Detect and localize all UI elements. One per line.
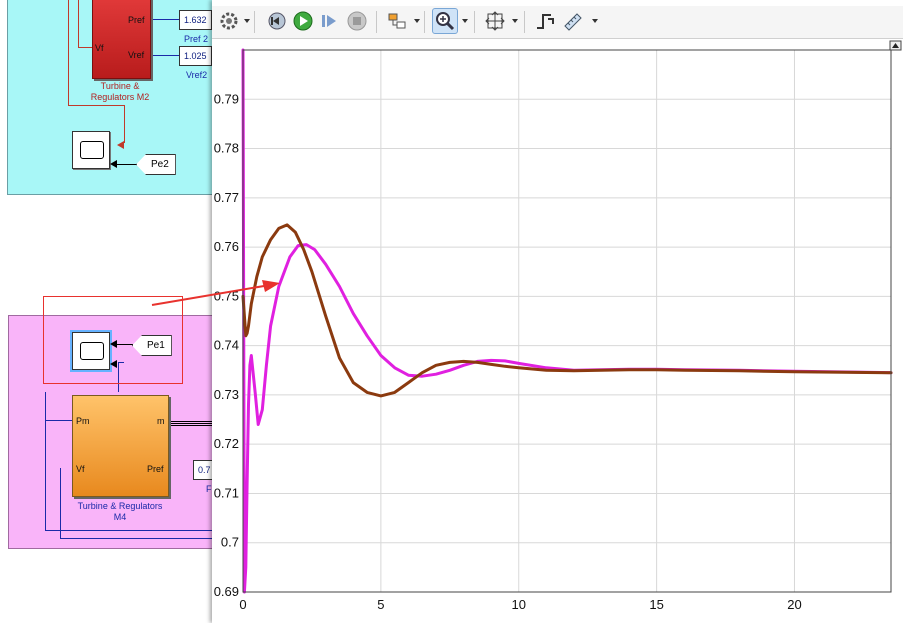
toolbar-separator bbox=[424, 11, 425, 33]
const-vref2[interactable]: 1.025 bbox=[179, 46, 212, 66]
settings-dropdown-icon[interactable] bbox=[244, 19, 250, 23]
wire-vf-left bbox=[60, 468, 61, 538]
ruler-icon bbox=[564, 13, 582, 31]
const-pref2[interactable]: 1.632 bbox=[179, 10, 212, 30]
stop-button[interactable] bbox=[346, 10, 368, 32]
caption-m4: Turbine & Regulators M4 bbox=[77, 501, 163, 522]
axes-background bbox=[243, 50, 891, 592]
y-tick-label: 0.69 bbox=[214, 584, 239, 599]
toolbar-separator bbox=[524, 11, 525, 33]
x-tick-label: 0 bbox=[239, 597, 246, 612]
stop-icon bbox=[347, 11, 367, 31]
wire-vf-m2-vertical bbox=[68, 0, 69, 106]
highlight-dropdown-icon[interactable] bbox=[414, 19, 420, 23]
run-button[interactable] bbox=[292, 10, 314, 32]
port-pref-m2: Pref bbox=[128, 15, 145, 25]
wire-vf-m2-horizontal bbox=[68, 105, 124, 106]
y-tick-label: 0.76 bbox=[214, 239, 239, 254]
wire-vf-m2-down bbox=[124, 105, 125, 143]
wire-m-bus bbox=[167, 421, 212, 422]
arrow-vf-m2 bbox=[117, 141, 124, 149]
restart-button[interactable] bbox=[266, 10, 288, 32]
wire-bottom-2 bbox=[60, 538, 212, 539]
y-tick-label: 0.74 bbox=[214, 338, 239, 353]
port-m-m4: m bbox=[157, 416, 165, 426]
y-tick-label: 0.75 bbox=[214, 288, 239, 303]
wire-bottom bbox=[45, 530, 212, 531]
x-tick-label: 15 bbox=[649, 597, 663, 612]
fit-view-icon bbox=[485, 11, 505, 31]
x-tick-label: 10 bbox=[512, 597, 526, 612]
x-tick-label: 20 bbox=[787, 597, 801, 612]
measure-button[interactable] bbox=[562, 10, 584, 32]
y-tick-label: 0.79 bbox=[214, 91, 239, 106]
port-vf-m4: Vf bbox=[76, 464, 85, 474]
port-vf-m2: Vf bbox=[95, 43, 104, 53]
step-forward-button[interactable] bbox=[318, 10, 340, 32]
port-pm-m4: Pm bbox=[76, 416, 90, 426]
step-forward-icon bbox=[322, 15, 336, 27]
trigger-icon bbox=[537, 14, 554, 29]
y-tick-labels: 0.69 0.7 0.71 0.72 0.73 0.74 0.75 0.76 0.77 0.78 0… bbox=[214, 91, 239, 599]
zoom-in-icon bbox=[436, 12, 455, 31]
play-icon bbox=[293, 11, 313, 31]
zoom-dropdown-icon[interactable] bbox=[462, 19, 468, 23]
fit-dropdown-icon[interactable] bbox=[512, 19, 518, 23]
highlight-block-button[interactable] bbox=[386, 10, 408, 32]
expand-legend-button[interactable] bbox=[889, 40, 902, 51]
triggers-button[interactable] bbox=[534, 10, 556, 32]
caption-m2: Turbine & Regulators M2 bbox=[90, 81, 150, 102]
wire-pm-left bbox=[45, 392, 46, 530]
const-lower[interactable]: 0.7 bbox=[193, 460, 212, 480]
highlight-box-annotation bbox=[43, 296, 183, 384]
gear-icon bbox=[220, 12, 238, 30]
label-vref2: Vref2 bbox=[186, 70, 208, 80]
toolbar-separator bbox=[254, 11, 255, 33]
wire-vf-m2-inner bbox=[78, 0, 79, 48]
port-vref-m2: Vref bbox=[128, 50, 145, 60]
scope-plot[interactable]: 0.69 0.7 0.71 0.72 0.73 0.74 0.75 0.76 0.77 0.78 0… bbox=[212, 38, 903, 623]
scope-block-m2[interactable] bbox=[72, 131, 110, 169]
fit-to-view-button[interactable] bbox=[484, 10, 506, 32]
y-tick-label: 0.73 bbox=[214, 387, 239, 402]
y-tick-label: 0.72 bbox=[214, 436, 239, 451]
wire-pe2 bbox=[117, 164, 139, 165]
scope-screen-icon bbox=[80, 141, 104, 159]
zoom-in-button[interactable] bbox=[432, 8, 458, 34]
wire-vf-m2-inner-h bbox=[78, 47, 92, 48]
wire-pm bbox=[45, 420, 72, 421]
y-tick-label: 0.77 bbox=[214, 190, 239, 205]
wire-vref2 bbox=[149, 55, 179, 56]
turbine-regulators-m2-block[interactable] bbox=[92, 0, 151, 79]
wire-pref2 bbox=[149, 19, 179, 20]
y-tick-label: 0.7 bbox=[221, 535, 239, 550]
y-tick-label: 0.78 bbox=[214, 141, 239, 156]
measure-dropdown-icon[interactable] bbox=[592, 19, 598, 23]
label-lower-const: F bbox=[206, 484, 212, 494]
x-tick-labels: 0 5 10 15 20 bbox=[239, 597, 801, 612]
scope-toolbar bbox=[212, 6, 903, 39]
toolbar-separator bbox=[376, 11, 377, 33]
restart-icon bbox=[268, 12, 286, 30]
model-canvas[interactable]: Pref Vref Vf Turbine & Regulators M2 1.6… bbox=[0, 0, 212, 623]
scope-window[interactable]: 0.69 0.7 0.71 0.72 0.73 0.74 0.75 0.76 0.77 0.78 0… bbox=[212, 0, 903, 623]
x-tick-label: 5 bbox=[377, 597, 384, 612]
arrow-pe2 bbox=[110, 160, 117, 168]
turbine-regulators-m4-block[interactable] bbox=[72, 395, 169, 497]
toolbar-separator bbox=[474, 11, 475, 33]
port-pref-m4: Pref bbox=[147, 464, 164, 474]
label-pref2: Pref 2 bbox=[184, 34, 209, 44]
block-highlight-icon bbox=[388, 13, 406, 29]
settings-button[interactable] bbox=[218, 10, 240, 32]
y-tick-label: 0.71 bbox=[214, 485, 239, 500]
